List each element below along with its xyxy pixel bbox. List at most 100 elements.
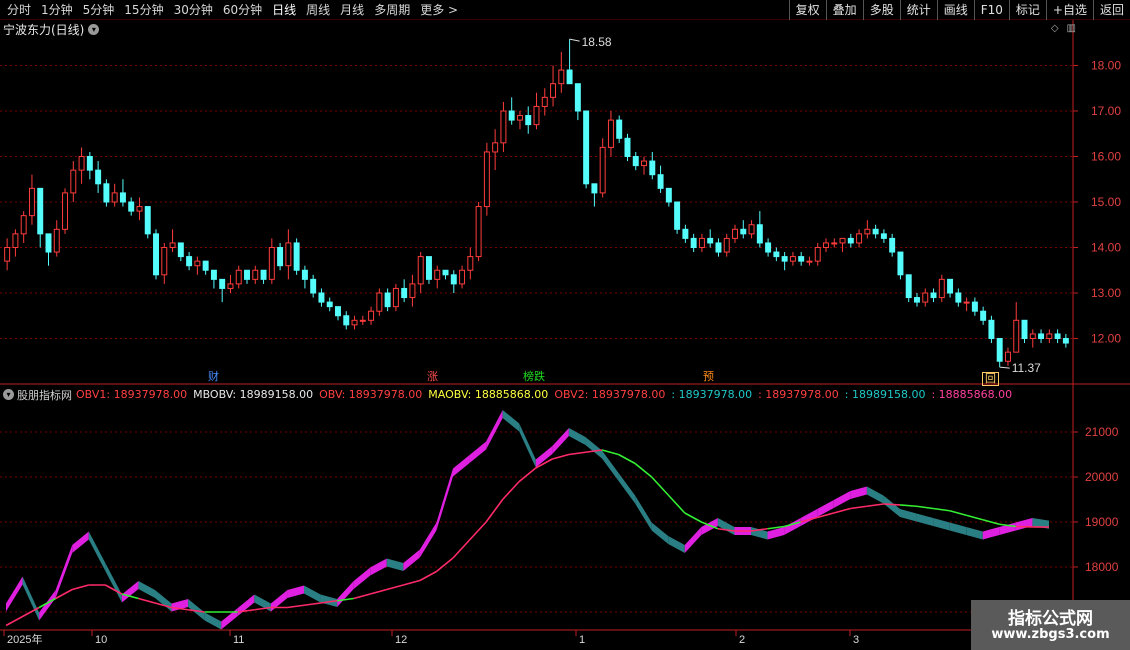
maobv-line-segment: [866, 503, 884, 508]
candle-body: [922, 292, 929, 303]
candle-body: [459, 269, 466, 285]
candle-body: [872, 228, 879, 235]
candle-body: [963, 301, 970, 304]
candle-body: [748, 224, 755, 235]
candle-body: [103, 183, 110, 203]
toolbar-action-button[interactable]: 复权: [788, 0, 826, 20]
maobv-line-segment: [403, 579, 421, 586]
event-tag[interactable]: 回: [982, 372, 999, 386]
candle-body: [227, 283, 234, 289]
event-tag[interactable]: 榜跌: [521, 370, 547, 384]
period-tab[interactable]: 15分钟: [119, 0, 168, 20]
candle-body: [550, 83, 557, 98]
period-tab[interactable]: 1分钟: [36, 0, 78, 20]
candle-body: [53, 228, 60, 253]
candle-body: [831, 242, 838, 245]
chevron-down-icon[interactable]: ▾: [3, 389, 14, 400]
stock-chart-app: 分时 1分钟 5分钟 15分钟 30分钟 60分钟 日线 周线 月线 多周期 更多 > 复权 叠加 多股…: [0, 0, 1130, 650]
maobv-line-segment: [651, 476, 669, 496]
obv-ribbon-segment: [1015, 517, 1033, 531]
watermark-url: www.zbgs3.com: [991, 627, 1110, 642]
candle-body: [574, 83, 581, 112]
period-tab[interactable]: 多周期: [369, 0, 415, 20]
period-tab[interactable]: 更多 >: [415, 0, 463, 20]
maobv-line-segment: [916, 505, 934, 510]
candle-body: [144, 206, 151, 235]
candle-body: [641, 160, 648, 167]
candle-body: [806, 260, 813, 263]
period-tab[interactable]: 30分钟: [169, 0, 218, 20]
indicator-tick-label: 18000: [1085, 560, 1119, 574]
candle-body: [1062, 338, 1069, 344]
period-tab[interactable]: 分时: [2, 0, 36, 20]
obv-ribbon-segment: [6, 576, 23, 612]
time-tick-label: 12: [395, 634, 407, 646]
period-tabs: 分时 1分钟 5分钟 15分钟 30分钟 60分钟 日线 周线 月线 多周期 更多 >: [2, 0, 463, 20]
candle-body: [930, 292, 937, 299]
period-tab[interactable]: 周线: [301, 0, 335, 20]
indicator-name[interactable]: 股朋指标网: [17, 387, 72, 403]
toolbar-action-button[interactable]: 叠加: [825, 0, 863, 20]
candle-body: [781, 256, 788, 262]
maobv-line-segment: [353, 593, 371, 600]
candle-body: [161, 247, 168, 276]
toolbar-action-button[interactable]: 返回: [1092, 0, 1130, 20]
candle-body: [1021, 319, 1028, 339]
maobv-line-segment: [949, 509, 967, 517]
candle-body: [417, 256, 424, 285]
obv-ribbon-segment: [602, 450, 619, 482]
toolbar-action-button[interactable]: 画线: [936, 0, 974, 20]
toolbar-action-button[interactable]: 统计: [899, 0, 937, 20]
period-tab[interactable]: 月线: [335, 0, 369, 20]
maobv-line-segment: [883, 503, 901, 506]
event-tag[interactable]: 预: [701, 370, 716, 384]
panel-toggle-icon[interactable]: ▥: [1067, 23, 1076, 34]
candle-body: [558, 69, 565, 85]
diamond-icon[interactable]: ◇: [1051, 23, 1059, 34]
candle-body: [450, 274, 457, 285]
toolbar-action-button[interactable]: 标记: [1008, 0, 1046, 20]
event-tag[interactable]: 涨: [425, 370, 440, 384]
period-tab[interactable]: 日线: [267, 0, 301, 20]
obv-ribbon-segment: [900, 508, 917, 522]
candle-body: [773, 251, 780, 258]
candle-body: [20, 215, 27, 235]
candle-body: [310, 278, 317, 294]
candle-body: [277, 247, 284, 267]
indicator-value: OBV2: 18937978.00: [554, 388, 666, 401]
candle-body: [938, 278, 945, 299]
period-tab[interactable]: 5分钟: [78, 0, 120, 20]
price-tick-label: 14.00: [1091, 241, 1121, 255]
candle-body: [1029, 333, 1036, 340]
maobv-line-segment: [468, 521, 487, 541]
candle-body: [376, 292, 383, 312]
candle-body: [111, 192, 118, 203]
candle-body: [483, 151, 490, 208]
candle-body: [368, 310, 375, 321]
toolbar-action-button[interactable]: F10: [973, 0, 1009, 20]
candle-body: [624, 137, 631, 158]
chart-canvas[interactable]: 12.00 13.00 14.00 15.00 16.00 17.00 18.00 18.58…: [0, 20, 1130, 650]
period-tab[interactable]: 60分钟: [218, 0, 267, 20]
chevron-down-icon[interactable]: ▾: [88, 23, 100, 35]
maobv-line-segment: [833, 507, 851, 514]
maobv-line-segment: [933, 507, 950, 512]
indicator-value: OBV: 18937978.00: [319, 388, 423, 401]
maobv-line-segment: [667, 494, 686, 514]
indicator-value: : 18989158.00: [844, 388, 926, 401]
obv-ribbon-segment: [519, 423, 536, 468]
candle-body: [169, 242, 176, 248]
candle-body: [1004, 351, 1011, 362]
candle-body: [12, 233, 19, 249]
candle-body: [86, 156, 93, 171]
toolbar-action-button[interactable]: 多股: [862, 0, 900, 20]
candle-body: [467, 256, 474, 271]
candle-body: [707, 237, 714, 244]
event-tag[interactable]: 财: [206, 370, 221, 384]
indicator-tick-label: 19000: [1085, 515, 1119, 529]
toolbar-action-button[interactable]: +自选: [1045, 0, 1093, 20]
obv-ribbon-segment: [287, 585, 304, 599]
indicator-value: : 18885868.00: [931, 388, 1013, 401]
maobv-line-segment: [452, 539, 471, 559]
price-tick-label: 16.00: [1091, 150, 1121, 164]
